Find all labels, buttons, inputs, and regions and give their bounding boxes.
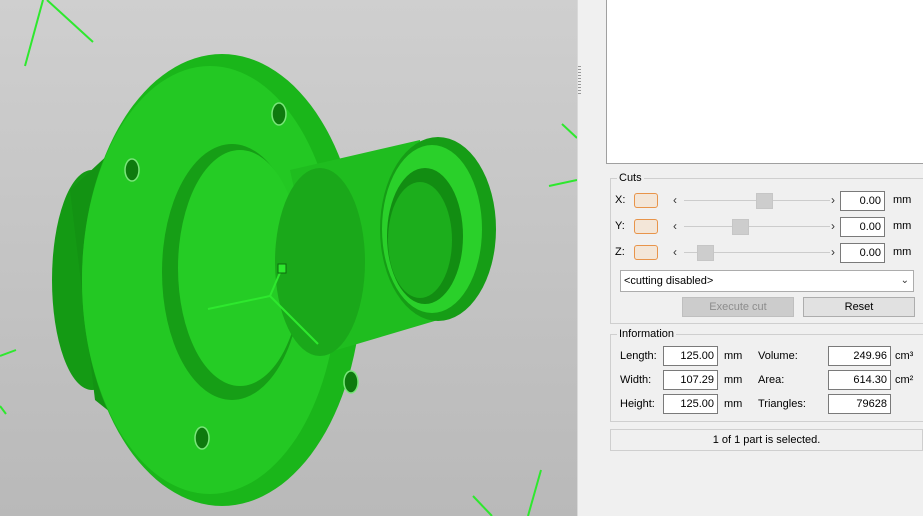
side-panel: Cuts X: ‹ › 0.00 mm Y: ‹ › 0.00 mm Z: ‹ … <box>605 0 923 516</box>
height-unit: mm <box>724 398 743 410</box>
z-left-arrow-icon[interactable]: ‹ <box>673 245 677 259</box>
cut-axis-y: Y: ‹ › 0.00 mm <box>615 217 915 237</box>
x-right-arrow-icon[interactable]: › <box>831 193 835 207</box>
cut-axis-z: Z: ‹ › 0.00 mm <box>615 243 915 263</box>
information-title: Information <box>619 328 675 340</box>
reset-button[interactable]: Reset <box>803 297 915 317</box>
gizmo-handle[interactable] <box>277 263 287 274</box>
splitter-grip[interactable] <box>578 66 581 94</box>
triangles-value: 79628 <box>828 394 891 414</box>
area-label: Area: <box>758 374 785 386</box>
y-cut-toggle[interactable] <box>634 219 658 234</box>
volume-value: 249.96 <box>828 346 891 366</box>
cutting-mode-select[interactable]: <cutting disabled> ⌄ <box>620 270 914 292</box>
volume-unit: cm³ <box>895 350 914 362</box>
3d-viewport[interactable] <box>0 0 577 516</box>
selection-status: 1 of 1 part is selected. <box>610 429 923 451</box>
parts-list[interactable] <box>606 0 923 164</box>
y-value-input[interactable]: 0.00 <box>840 217 885 237</box>
length-label: Length: <box>620 350 657 362</box>
y-left-arrow-icon[interactable]: ‹ <box>673 219 677 233</box>
z-unit: mm <box>893 246 912 258</box>
part-model-view[interactable] <box>0 0 577 516</box>
panel-splitter[interactable] <box>577 0 606 516</box>
y-right-arrow-icon[interactable]: › <box>831 219 835 233</box>
z-cut-toggle[interactable] <box>634 245 658 260</box>
x-unit: mm <box>893 194 912 206</box>
triangles-label: Triangles: <box>758 398 806 410</box>
area-value: 614.30 <box>828 370 891 390</box>
cutting-mode-value: <cutting disabled> <box>624 275 714 287</box>
x-left-arrow-icon[interactable]: ‹ <box>673 193 677 207</box>
z-slider-thumb[interactable] <box>697 245 715 261</box>
z-right-arrow-icon[interactable]: › <box>831 245 835 259</box>
y-label: Y: <box>615 220 625 232</box>
area-unit: cm² <box>895 374 914 386</box>
width-unit: mm <box>724 374 743 386</box>
height-value: 125.00 <box>663 394 718 414</box>
x-cut-toggle[interactable] <box>634 193 658 208</box>
chevron-down-icon: ⌄ <box>900 275 909 286</box>
y-slider-track[interactable] <box>684 226 830 227</box>
y-unit: mm <box>893 220 912 232</box>
y-slider-thumb[interactable] <box>732 219 750 235</box>
flange-part[interactable] <box>52 54 496 506</box>
cuts-title: Cuts <box>619 172 642 184</box>
z-label: Z: <box>615 246 625 258</box>
volume-label: Volume: <box>758 350 798 362</box>
width-value: 107.29 <box>663 370 718 390</box>
cut-axis-x: X: ‹ › 0.00 mm <box>615 191 915 211</box>
execute-cut-button[interactable]: Execute cut <box>682 297 794 317</box>
x-slider-thumb[interactable] <box>756 193 774 209</box>
height-label: Height: <box>620 398 655 410</box>
z-value-input[interactable]: 0.00 <box>840 243 885 263</box>
x-value-input[interactable]: 0.00 <box>840 191 885 211</box>
x-label: X: <box>615 194 626 206</box>
length-value: 125.00 <box>663 346 718 366</box>
width-label: Width: <box>620 374 652 386</box>
length-unit: mm <box>724 350 743 362</box>
